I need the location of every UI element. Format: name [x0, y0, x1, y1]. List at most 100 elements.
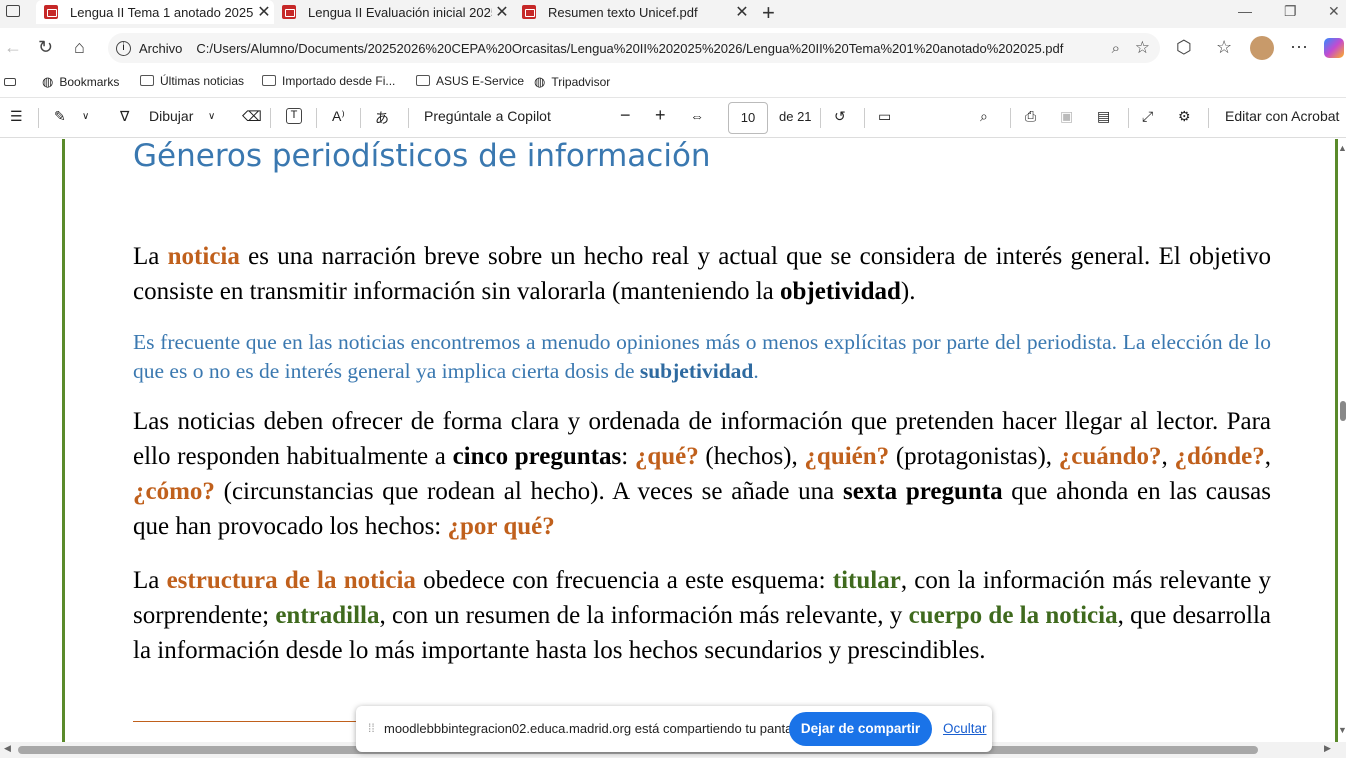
info-icon[interactable]: i [116, 40, 131, 56]
refresh-icon[interactable]: ↻ [38, 37, 53, 58]
page-number-input[interactable]: 10 [728, 102, 768, 134]
close-icon[interactable]: ✕ [254, 2, 274, 22]
tab-title: Resumen texto Unicef.pdf [548, 4, 698, 20]
separator [820, 108, 821, 128]
folder-icon [140, 75, 154, 86]
stop-sharing-button[interactable]: Dejar de compartir [789, 712, 932, 746]
bookmark-asus[interactable]: ASUS E-Service [416, 74, 524, 88]
fullscreen-icon[interactable]: ⤢ [1142, 108, 1153, 125]
zoom-in-icon[interactable]: + [655, 105, 666, 126]
translate-icon[interactable]: あ [375, 108, 389, 128]
more-options-icon[interactable]: ⋯ [1290, 37, 1308, 58]
minimize-icon[interactable]: — [1238, 3, 1252, 19]
browser-window: Lengua II Tema 1 anotado 2025.pdf ✕ Leng… [0, 0, 1346, 758]
tab-strip: Lengua II Tema 1 anotado 2025.pdf ✕ Leng… [0, 0, 1346, 28]
edit-acrobat-button[interactable]: Editar con Acrobat [1225, 108, 1339, 124]
address-bar[interactable]: i Archivo C:/Users/Alumno/Documents/2025… [108, 33, 1160, 63]
separator [38, 108, 39, 128]
maximize-icon[interactable]: ❐ [1284, 3, 1297, 20]
paragraph-noticia: La noticia es una narración breve sobre … [133, 243, 1271, 305]
hide-share-bar-link[interactable]: Ocultar [943, 721, 987, 736]
tab-resumen-unicef[interactable]: Resumen texto Unicef.pdf ✕ [514, 0, 752, 24]
separator [864, 108, 865, 128]
bookmarks-menu-icon[interactable] [4, 78, 16, 86]
folder-icon [416, 75, 430, 86]
tab-evaluacion-inicial[interactable]: Lengua II Evaluación inicial 2025 F ✕ [274, 0, 512, 24]
pdf-icon [282, 5, 296, 19]
copilot-button[interactable]: Pregúntale a Copilot [424, 108, 551, 124]
eraser-icon[interactable]: ⌫ [242, 108, 262, 125]
profile-avatar[interactable] [1250, 36, 1274, 60]
search-icon[interactable]: ⌕ [980, 108, 988, 125]
bookmark-ultimas-noticias[interactable]: Últimas noticias [140, 74, 244, 88]
extensions-icon[interactable]: ⬡ [1176, 37, 1192, 58]
favorite-star-icon[interactable]: ☆ [1135, 38, 1150, 58]
rotate-icon[interactable]: ↺ [834, 108, 846, 125]
back-icon[interactable]: ← [4, 37, 22, 58]
decorative-line [133, 721, 373, 722]
print-icon[interactable]: ⎙ [1025, 108, 1036, 125]
bookmark-bookmarks[interactable]: ◍ Bookmarks [42, 74, 119, 90]
draw-icon[interactable]: ∇ [120, 108, 129, 125]
save-icon[interactable]: ▣ [1060, 108, 1073, 125]
pdf-icon [522, 5, 536, 19]
bookmark-tripadvisor[interactable]: ◍ Tripadvisor [534, 74, 610, 90]
page-view-icon[interactable]: ▭ [878, 108, 891, 125]
read-aloud-icon[interactable]: A⁾ [332, 108, 345, 125]
address-toolbar: ← ↻ ⌂ i Archivo C:/Users/Alumno/Document… [0, 28, 1346, 68]
url-text[interactable]: C:/Users/Alumno/Documents/20252026%20CEP… [196, 41, 1096, 56]
scroll-left-arrow[interactable]: ◀ [4, 743, 11, 754]
screen-share-bar: ⁞⁞ moodlebbbintegracion02.educa.madrid.o… [356, 706, 992, 752]
tab-title: Lengua II Evaluación inicial 2025 F [308, 4, 492, 20]
close-icon[interactable]: ✕ [732, 2, 752, 22]
share-message: moodlebbbintegracion02.educa.madrid.org … [384, 721, 809, 736]
separator [316, 108, 317, 128]
chevron-down-icon[interactable]: ∨ [208, 111, 215, 122]
separator [1010, 108, 1011, 128]
chevron-down-icon[interactable]: ∨ [82, 111, 89, 122]
text-box-icon[interactable]: T [286, 108, 302, 124]
page-total: de 21 [779, 109, 812, 124]
home-icon[interactable]: ⌂ [74, 37, 85, 58]
settings-gear-icon[interactable]: ⚙ [1178, 108, 1191, 125]
page-heading: Géneros periodísticos de información [133, 139, 711, 174]
separator [408, 108, 409, 128]
separator [360, 108, 361, 128]
bookmarks-bar: ◍ Bookmarks Últimas noticias Importado de… [0, 68, 1346, 98]
copilot-icon[interactable] [1324, 38, 1344, 58]
globe-icon: ◍ [42, 74, 54, 89]
separator [1208, 108, 1209, 128]
favorites-icon[interactable]: ☆ [1216, 37, 1232, 58]
close-icon[interactable]: ✕ [492, 2, 512, 22]
pdf-page: Géneros periodísticos de información La … [62, 139, 1338, 742]
tab-actions-icon[interactable] [6, 5, 20, 17]
scroll-up-arrow[interactable]: ▲ [1338, 143, 1346, 153]
paragraph-cinco-preguntas: Las noticias deben ofrecer de forma clar… [133, 408, 1271, 540]
scroll-right-arrow[interactable]: ▶ [1324, 743, 1331, 754]
globe-icon: ◍ [534, 74, 546, 89]
drag-handle-icon[interactable]: ⁞⁞ [368, 721, 375, 735]
vertical-scrollbar-thumb[interactable] [1340, 401, 1346, 421]
paragraph-estructura: La estructura de la noticia obedece con … [133, 567, 1272, 664]
save-as-icon[interactable]: ▤ [1097, 108, 1110, 125]
pdf-toolbar: ☰ ✎ ∨ ∇ Dibujar ∨ ⌫ T A⁾ あ Pregúntale a … [0, 98, 1346, 138]
tab-title: Lengua II Tema 1 anotado 2025.pdf [70, 4, 254, 20]
folder-icon [262, 75, 276, 86]
tab-lengua-tema1[interactable]: Lengua II Tema 1 anotado 2025.pdf ✕ [36, 0, 274, 24]
separator [270, 108, 271, 128]
scroll-down-arrow[interactable]: ▼ [1338, 725, 1346, 735]
highlight-icon[interactable]: ✎ [54, 108, 66, 125]
contents-icon[interactable]: ☰ [10, 108, 23, 125]
draw-button[interactable]: Dibujar [149, 108, 193, 124]
new-tab-icon[interactable]: + [762, 0, 775, 26]
scheme-label: Archivo [139, 40, 183, 56]
zoom-out-icon[interactable]: − [620, 105, 631, 126]
pdf-viewer[interactable]: Géneros periodísticos de información La … [0, 139, 1346, 742]
zoom-icon[interactable]: ⌕ [1112, 40, 1120, 57]
separator [1128, 108, 1129, 128]
pdf-icon [44, 5, 58, 19]
bookmark-importado[interactable]: Importado desde Fi... [262, 74, 395, 88]
paragraph-subjetividad: Es frecuente que en las noticias encontr… [133, 330, 1271, 383]
fit-width-icon[interactable]: ⇔ [690, 108, 704, 124]
close-window-icon[interactable]: ✕ [1328, 3, 1340, 20]
